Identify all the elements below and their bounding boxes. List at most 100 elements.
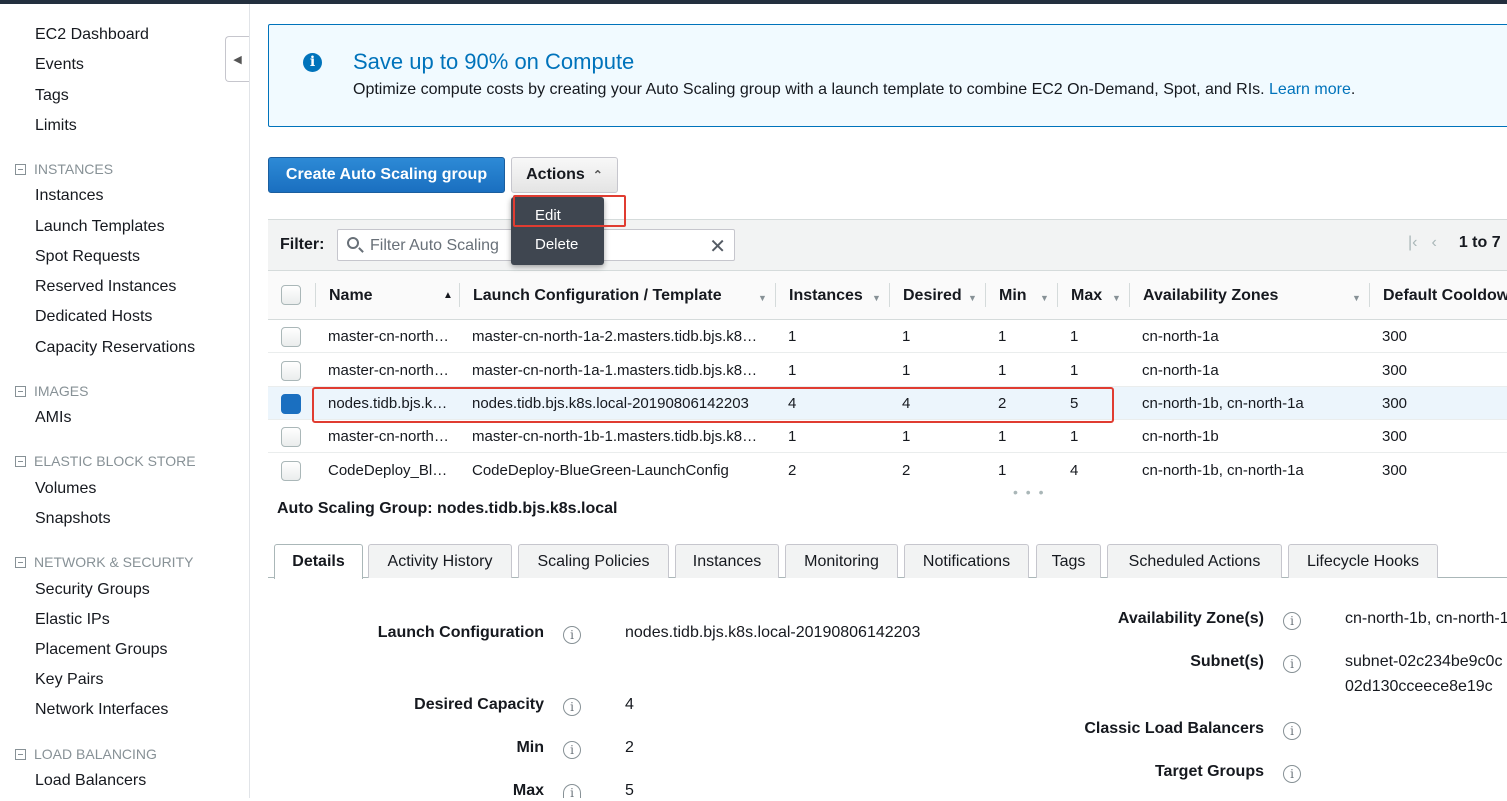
sort-icon[interactable]: ▼: [872, 293, 881, 303]
sort-icon[interactable]: ▼: [968, 293, 977, 303]
column-header-max[interactable]: Max: [1071, 287, 1102, 305]
create-auto-scaling-group-button[interactable]: Create Auto Scaling group: [268, 157, 505, 193]
label-max: Max: [512, 782, 544, 799]
info-icon[interactable]: i: [1283, 612, 1301, 630]
label-availability-zones: Availability Zone(s): [1117, 610, 1264, 627]
info-icon[interactable]: i: [1283, 765, 1301, 783]
sidebar-item-elastic-ips[interactable]: Elastic IPs: [35, 611, 110, 629]
sidebar-section-elastic-block-store[interactable]: ELASTIC BLOCK STORE: [15, 453, 196, 469]
resize-handle[interactable]: • • •: [1013, 484, 1045, 500]
column-header-launch-configuration[interactable]: Launch Configuration / Template: [473, 287, 722, 305]
sort-icon[interactable]: ▼: [1040, 293, 1049, 303]
learn-more-link[interactable]: Learn more: [1269, 81, 1351, 98]
tab-lifecycle-hooks[interactable]: Lifecycle Hooks: [1288, 544, 1438, 578]
sidebar-item-ec2-dashboard[interactable]: EC2 Dashboard: [35, 26, 149, 44]
actions-button[interactable]: Actions ⌃: [511, 157, 618, 193]
sort-icon[interactable]: ▼: [1112, 293, 1121, 303]
sidebar-item-events[interactable]: Events: [35, 56, 84, 74]
select-all-checkbox[interactable]: [281, 285, 301, 305]
cell-name: nodes.tidb.bjs.k8s.local: [328, 395, 450, 412]
previous-page-icon[interactable]: ‹: [1431, 234, 1436, 252]
cell-min: 1: [998, 428, 1007, 445]
row-checkbox[interactable]: [281, 427, 301, 447]
sidebar-section-network-security[interactable]: NETWORK & SECURITY: [15, 554, 193, 570]
sidebar-item-snapshots[interactable]: Snapshots: [35, 510, 111, 528]
info-icon[interactable]: i: [1283, 722, 1301, 740]
tab-details[interactable]: Details: [274, 544, 363, 579]
row-checkbox[interactable]: [281, 461, 301, 481]
info-icon[interactable]: i: [563, 784, 581, 800]
column-header-default-cooldown[interactable]: Default Cooldown: [1383, 287, 1507, 305]
sidebar: EC2 Dashboard Events Tags Limits INSTANC…: [0, 4, 250, 798]
table-row[interactable]: master-cn-north-1b-1.masters.tidb.bjs.k8…: [268, 420, 1507, 453]
cell-max: 1: [1070, 362, 1079, 379]
cell-max: 1: [1070, 328, 1079, 345]
table-row[interactable]: master-cn-north-1a-2.masters.tidb.bjs.k8…: [268, 320, 1507, 353]
cell-max: 5: [1070, 395, 1079, 412]
sidebar-item-load-balancers[interactable]: Load Balancers: [35, 772, 146, 790]
column-header-availability-zones[interactable]: Availability Zones: [1143, 287, 1278, 305]
column-header-min[interactable]: Min: [999, 287, 1027, 305]
row-checkbox[interactable]: [281, 361, 301, 381]
info-icon[interactable]: i: [563, 626, 581, 644]
sidebar-item-dedicated-hosts[interactable]: Dedicated Hosts: [35, 308, 152, 326]
info-icon[interactable]: i: [1283, 655, 1301, 673]
cell-desired: 1: [902, 328, 911, 345]
auto-scaling-groups-table: Name ▲ Launch Configuration / Template ▼…: [268, 271, 1507, 484]
sidebar-item-spot-requests[interactable]: Spot Requests: [35, 248, 140, 266]
chevron-left-icon: ◀: [233, 53, 242, 66]
column-header-desired[interactable]: Desired: [903, 287, 962, 305]
menu-item-edit[interactable]: Edit: [535, 207, 561, 224]
sidebar-item-limits[interactable]: Limits: [35, 117, 77, 135]
cell-min: 1: [998, 362, 1007, 379]
sidebar-item-network-interfaces[interactable]: Network Interfaces: [35, 701, 168, 719]
table-header: Name ▲ Launch Configuration / Template ▼…: [268, 271, 1507, 320]
cell-availability-zones: cn-north-1b, cn-north-1a: [1142, 395, 1304, 412]
sidebar-item-tags[interactable]: Tags: [35, 87, 69, 105]
column-separator: [1129, 283, 1130, 307]
menu-item-delete[interactable]: Delete: [535, 236, 578, 253]
table-row-selected[interactable]: nodes.tidb.bjs.k8s.local nodes.tidb.bjs.…: [268, 387, 1507, 420]
sidebar-section-load-balancing[interactable]: LOAD BALANCING: [15, 746, 157, 762]
tab-tags[interactable]: Tags: [1036, 544, 1101, 578]
first-page-icon[interactable]: |‹: [1408, 234, 1417, 252]
column-header-name[interactable]: Name: [329, 287, 373, 305]
tab-monitoring[interactable]: Monitoring: [785, 544, 898, 578]
tab-scaling-policies[interactable]: Scaling Policies: [518, 544, 669, 578]
cell-launch-config: master-cn-north-1a-2.masters.tidb.bjs.k8…: [472, 328, 764, 345]
tab-notifications[interactable]: Notifications: [904, 544, 1029, 578]
table-row[interactable]: master-cn-north-1a-1.masters.tidb.bjs.k8…: [268, 354, 1507, 387]
sidebar-section-instances[interactable]: INSTANCES: [15, 161, 113, 177]
collapse-sidebar-button[interactable]: ◀: [225, 36, 249, 82]
table-row[interactable]: CodeDeploy_BlueGreen CodeDeploy-BlueGree…: [268, 454, 1507, 484]
info-icon[interactable]: i: [563, 698, 581, 716]
cell-availability-zones: cn-north-1b: [1142, 428, 1219, 445]
column-header-instances[interactable]: Instances: [789, 287, 863, 305]
sidebar-item-reserved-instances[interactable]: Reserved Instances: [35, 278, 176, 296]
chevron-up-icon: ⌃: [592, 168, 603, 182]
sidebar-section-images[interactable]: IMAGES: [15, 383, 88, 399]
row-checkbox[interactable]: [281, 327, 301, 347]
row-checkbox-checked[interactable]: [281, 394, 301, 414]
sidebar-item-launch-templates[interactable]: Launch Templates: [35, 218, 165, 236]
cell-max: 4: [1070, 462, 1079, 479]
sort-icon[interactable]: ▼: [758, 293, 767, 303]
sidebar-item-instances[interactable]: Instances: [35, 187, 103, 205]
sort-ascending-icon[interactable]: ▲: [443, 290, 453, 301]
info-icon[interactable]: i: [563, 741, 581, 759]
sidebar-item-key-pairs[interactable]: Key Pairs: [35, 671, 103, 689]
sidebar-item-placement-groups[interactable]: Placement Groups: [35, 641, 168, 659]
value-subnet-1: subnet-02c234be9c0c: [1345, 653, 1503, 670]
tab-activity-history[interactable]: Activity History: [368, 544, 512, 578]
sidebar-item-capacity-reservations[interactable]: Capacity Reservations: [35, 339, 195, 357]
sidebar-item-security-groups[interactable]: Security Groups: [35, 581, 150, 599]
cell-availability-zones: cn-north-1b, cn-north-1a: [1142, 462, 1304, 479]
tab-instances[interactable]: Instances: [675, 544, 779, 578]
cell-launch-config: master-cn-north-1b-1.masters.tidb.bjs.k8…: [472, 428, 764, 445]
sidebar-item-volumes[interactable]: Volumes: [35, 480, 96, 498]
close-icon[interactable]: ✕: [709, 234, 726, 259]
sidebar-item-amis[interactable]: AMIs: [35, 409, 71, 427]
tab-scheduled-actions[interactable]: Scheduled Actions: [1107, 544, 1282, 578]
sort-icon[interactable]: ▼: [1352, 293, 1361, 303]
column-separator: [985, 283, 986, 307]
